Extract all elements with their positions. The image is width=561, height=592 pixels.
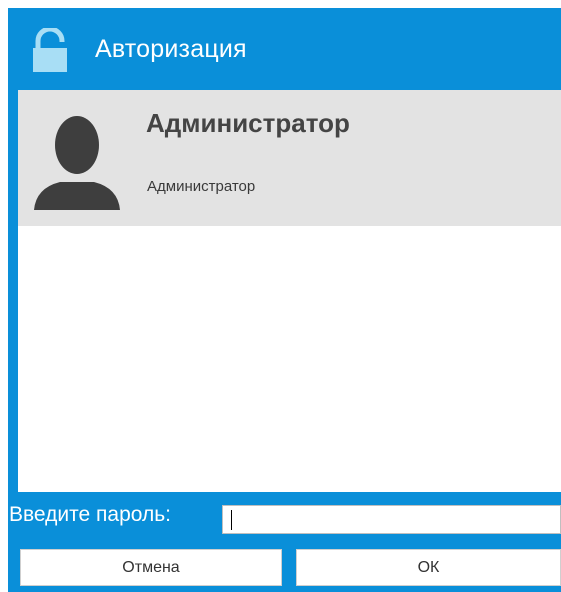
window-title: Авторизация bbox=[95, 35, 247, 63]
user-name: Администратор bbox=[146, 108, 350, 138]
cancel-button[interactable]: Отмена bbox=[20, 549, 282, 586]
text-caret bbox=[231, 510, 232, 530]
password-field[interactable] bbox=[222, 505, 561, 534]
lock-icon bbox=[33, 28, 67, 72]
ok-button[interactable]: ОК bbox=[296, 549, 561, 586]
title-bar: Авторизация bbox=[8, 8, 561, 90]
user-silhouette-icon bbox=[34, 116, 120, 210]
user-list: Администратор Администратор bbox=[18, 90, 561, 492]
user-card-administrator[interactable]: Администратор Администратор bbox=[18, 90, 561, 226]
user-role: Администратор bbox=[147, 178, 256, 195]
password-label: Введите пароль: bbox=[9, 503, 172, 526]
